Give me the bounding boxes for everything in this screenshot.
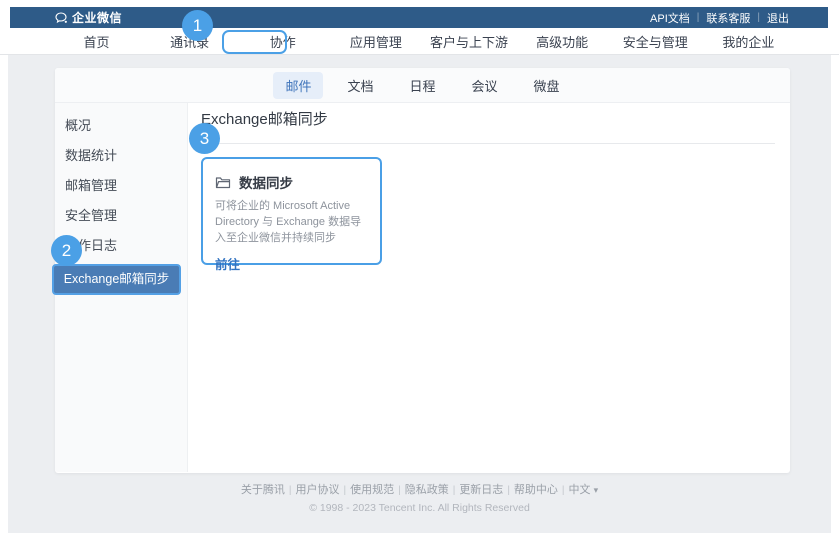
separator: | xyxy=(289,485,292,496)
footer-link-privacy[interactable]: 隐私政策 xyxy=(405,484,449,496)
annotation-badge-1: 1 xyxy=(182,10,213,41)
tab-docs[interactable]: 文档 xyxy=(335,72,385,99)
sidebar-item-security-management[interactable]: 安全管理 xyxy=(55,201,187,231)
data-sync-card[interactable]: 数据同步 可将企业的 Microsoft Active Directory 与 … xyxy=(201,157,382,265)
separator: | xyxy=(562,485,565,496)
tab-mail[interactable]: 邮件 xyxy=(273,72,323,99)
folder-icon xyxy=(215,176,231,189)
content-panel: 邮件 文档 日程 会议 微盘 概况 数据统计 邮箱管理 安全管理 操作日志 Ex… xyxy=(55,68,790,473)
footer-link-terms[interactable]: 用户协议 xyxy=(295,484,339,496)
separator: | xyxy=(757,12,760,23)
topbar-links: API文档 | 联系客服 | 退出 xyxy=(650,10,789,26)
chevron-down-icon: ▾ xyxy=(594,485,599,495)
nav-item-collaboration[interactable]: 协作 xyxy=(236,28,329,54)
separator: | xyxy=(453,485,456,496)
page-title: Exchange邮箱同步 xyxy=(201,112,775,144)
app-logo[interactable]: 企业微信 xyxy=(55,9,122,26)
nav-item-home[interactable]: 首页 xyxy=(50,28,143,54)
language-selector[interactable]: 中文 ▾ xyxy=(569,484,599,496)
sidebar-item-overview[interactable]: 概况 xyxy=(55,111,187,141)
main-content: Exchange邮箱同步 数据同步 可将企业的 Microsoft Active… xyxy=(188,103,790,472)
footer: 关于腾讯|用户协议|使用规范|隐私政策|更新日志|帮助中心|中文 ▾ © 199… xyxy=(8,481,831,514)
separator: | xyxy=(398,485,401,496)
go-link[interactable]: 前往 xyxy=(215,254,240,273)
annotation-badge-3: 3 xyxy=(189,123,220,154)
copyright-text: © 1998 - 2023 Tencent Inc. All Rights Re… xyxy=(8,502,831,514)
card-title: 数据同步 xyxy=(239,172,293,192)
sidebar-item-exchange-sync[interactable]: Exchange邮箱同步 xyxy=(52,264,181,295)
contact-support-link[interactable]: 联系客服 xyxy=(706,10,750,26)
tab-drive[interactable]: 微盘 xyxy=(522,72,572,99)
nav-item-advanced[interactable]: 高级功能 xyxy=(516,28,609,54)
api-doc-link[interactable]: API文档 xyxy=(650,10,690,26)
separator: | xyxy=(343,485,346,496)
nav-item-customers[interactable]: 客户与上下游 xyxy=(423,28,516,54)
chat-bubble-icon xyxy=(55,12,68,24)
app-logo-text: 企业微信 xyxy=(72,9,122,26)
footer-link-changelog[interactable]: 更新日志 xyxy=(459,484,503,496)
secondary-tabs: 邮件 文档 日程 会议 微盘 xyxy=(55,68,790,103)
tab-meeting[interactable]: 会议 xyxy=(460,72,510,99)
footer-link-help[interactable]: 帮助中心 xyxy=(514,484,558,496)
nav-item-app-management[interactable]: 应用管理 xyxy=(329,28,422,54)
nav-item-security[interactable]: 安全与管理 xyxy=(609,28,702,54)
workspace-background: 邮件 文档 日程 会议 微盘 概况 数据统计 邮箱管理 安全管理 操作日志 Ex… xyxy=(8,55,831,533)
card-description: 可将企业的 Microsoft Active Directory 与 Excha… xyxy=(215,199,368,247)
sidebar: 概况 数据统计 邮箱管理 安全管理 操作日志 Exchange邮箱同步 xyxy=(55,103,188,472)
footer-link-usage[interactable]: 使用规范 xyxy=(350,484,394,496)
top-bar: 企业微信 API文档 | 联系客服 | 退出 xyxy=(10,7,828,28)
nav-item-my-company[interactable]: 我的企业 xyxy=(702,28,795,54)
sidebar-item-mailbox-management[interactable]: 邮箱管理 xyxy=(55,171,187,201)
footer-link-about[interactable]: 关于腾讯 xyxy=(241,484,285,496)
primary-nav: 首页 通讯录 协作 应用管理 客户与上下游 高级功能 安全与管理 我的企业 xyxy=(0,28,839,55)
sidebar-item-statistics[interactable]: 数据统计 xyxy=(55,141,187,171)
separator: | xyxy=(507,485,510,496)
tab-calendar[interactable]: 日程 xyxy=(397,72,447,99)
annotation-badge-2: 2 xyxy=(51,235,82,266)
separator: | xyxy=(697,12,700,23)
logout-link[interactable]: 退出 xyxy=(767,10,789,26)
